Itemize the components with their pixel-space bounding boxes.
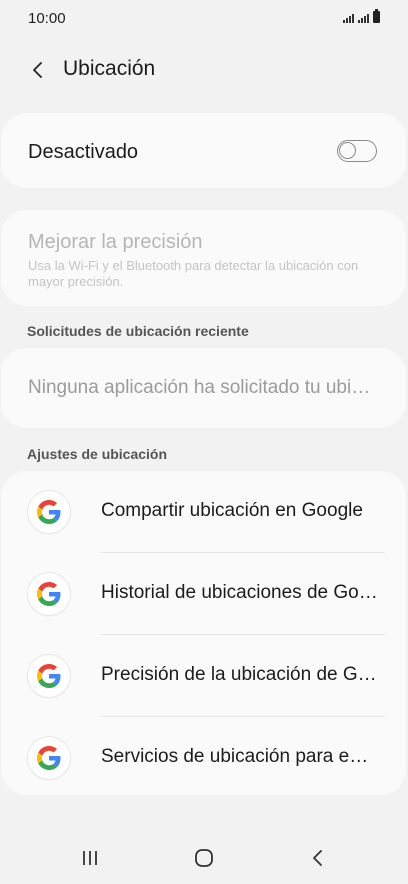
setting-item-location-history[interactable]: Historial de ubicaciones de Google (1, 553, 406, 635)
toggle-knob (339, 142, 356, 159)
location-toggle-row[interactable]: Desactivado (1, 113, 406, 188)
page-title: Ubicación (63, 57, 156, 80)
signal-icon (343, 14, 354, 23)
chevron-left-icon (33, 62, 42, 78)
setting-item-share-location[interactable]: Compartir ubicación en Google (1, 471, 406, 553)
status-time: 10:00 (28, 10, 66, 27)
signal-icon-2 (358, 14, 369, 23)
google-icon (28, 573, 70, 615)
setting-item-label: Historial de ubicaciones de Google (101, 582, 379, 603)
setting-item-label: Precisión de la ubicación de Google (101, 664, 379, 685)
system-back-button[interactable] (298, 844, 338, 872)
recent-requests-card: Ninguna aplicación ha solicitado tu ubic… (1, 348, 406, 428)
location-toggle-switch[interactable] (337, 140, 377, 162)
home-button[interactable] (184, 844, 224, 872)
improve-accuracy-title: Mejorar la precisión (28, 231, 203, 253)
setting-item-emergency-location[interactable]: Servicios de ubicación para emergencias (1, 717, 406, 799)
back-button[interactable] (24, 56, 52, 84)
location-settings-card: Compartir ubicación en Google Historial … (1, 471, 406, 795)
setting-item-label: Servicios de ubicación para emergencias (101, 746, 379, 767)
google-icon (28, 655, 70, 697)
recent-requests-heading: Solicitudes de ubicación reciente (27, 323, 249, 339)
recents-button[interactable] (70, 844, 110, 872)
recents-icon (83, 851, 97, 865)
status-icons (343, 9, 380, 23)
location-toggle-label: Desactivado (28, 141, 139, 163)
recent-requests-empty-text: Ninguna aplicación ha solicitado tu ubic… (28, 377, 378, 398)
status-bar: 10:00 (0, 0, 408, 36)
home-icon (195, 849, 213, 867)
location-settings-heading: Ajustes de ubicación (27, 446, 168, 462)
app-header: Ubicación (0, 48, 408, 92)
setting-item-location-accuracy[interactable]: Precisión de la ubicación de Google (1, 635, 406, 717)
improve-accuracy-row: Mejorar la precisión Usa la Wi-Fi y el B… (1, 210, 406, 306)
improve-accuracy-description: Usa la Wi-Fi y el Bluetooth para detecta… (28, 258, 359, 289)
battery-icon (373, 9, 380, 23)
google-icon (28, 737, 70, 779)
back-icon (313, 850, 322, 866)
navigation-bar (0, 830, 408, 884)
google-icon (28, 491, 70, 533)
setting-item-label: Compartir ubicación en Google (101, 500, 363, 521)
